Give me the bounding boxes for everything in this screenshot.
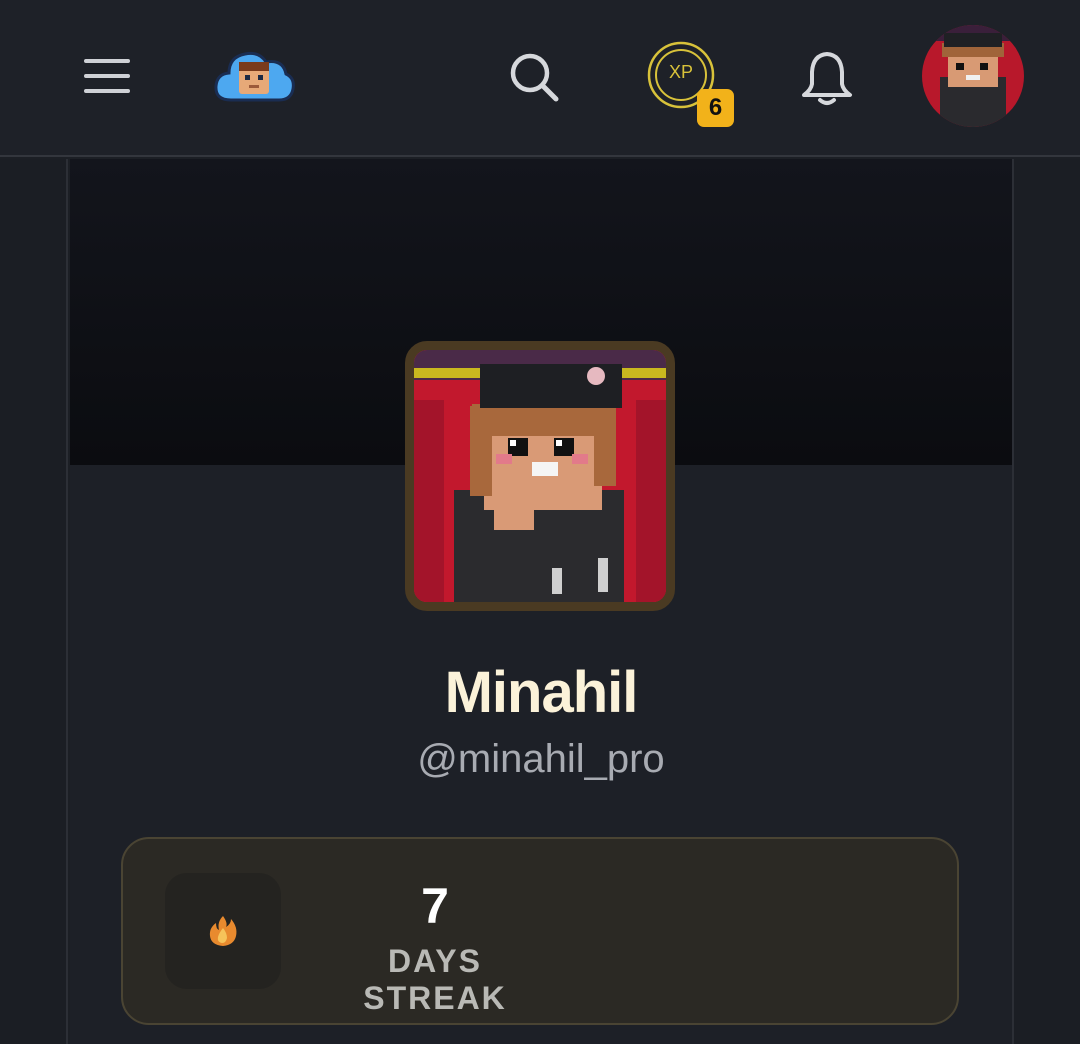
cloud-avatar-logo[interactable] (210, 40, 298, 110)
right-gutter (1012, 159, 1080, 1044)
bell-icon[interactable] (794, 45, 860, 111)
streak-label: DAYS STREAK (363, 943, 507, 1016)
streak-card: 7 DAYS STREAK (121, 837, 959, 1025)
profile-avatar[interactable] (405, 341, 675, 611)
fire-icon (209, 916, 237, 946)
streak-icon-container (165, 873, 281, 989)
xp-label: XP (668, 62, 693, 82)
xp-count-badge: 6 (697, 89, 734, 127)
xp-button[interactable]: XP 6 (644, 40, 740, 136)
profile-page: Minahil @minahil_pro 7 DAYS STREAK (70, 159, 1012, 1044)
username-handle: @minahil_pro (417, 737, 665, 781)
display-name: Minahil (444, 660, 639, 725)
streak-count: 7 (421, 878, 449, 934)
top-navigation-bar: XP 6 (0, 0, 1080, 157)
search-icon[interactable] (502, 45, 566, 109)
left-gutter (0, 159, 68, 1044)
hamburger-menu-icon[interactable] (80, 52, 134, 100)
user-avatar[interactable] (922, 25, 1024, 127)
